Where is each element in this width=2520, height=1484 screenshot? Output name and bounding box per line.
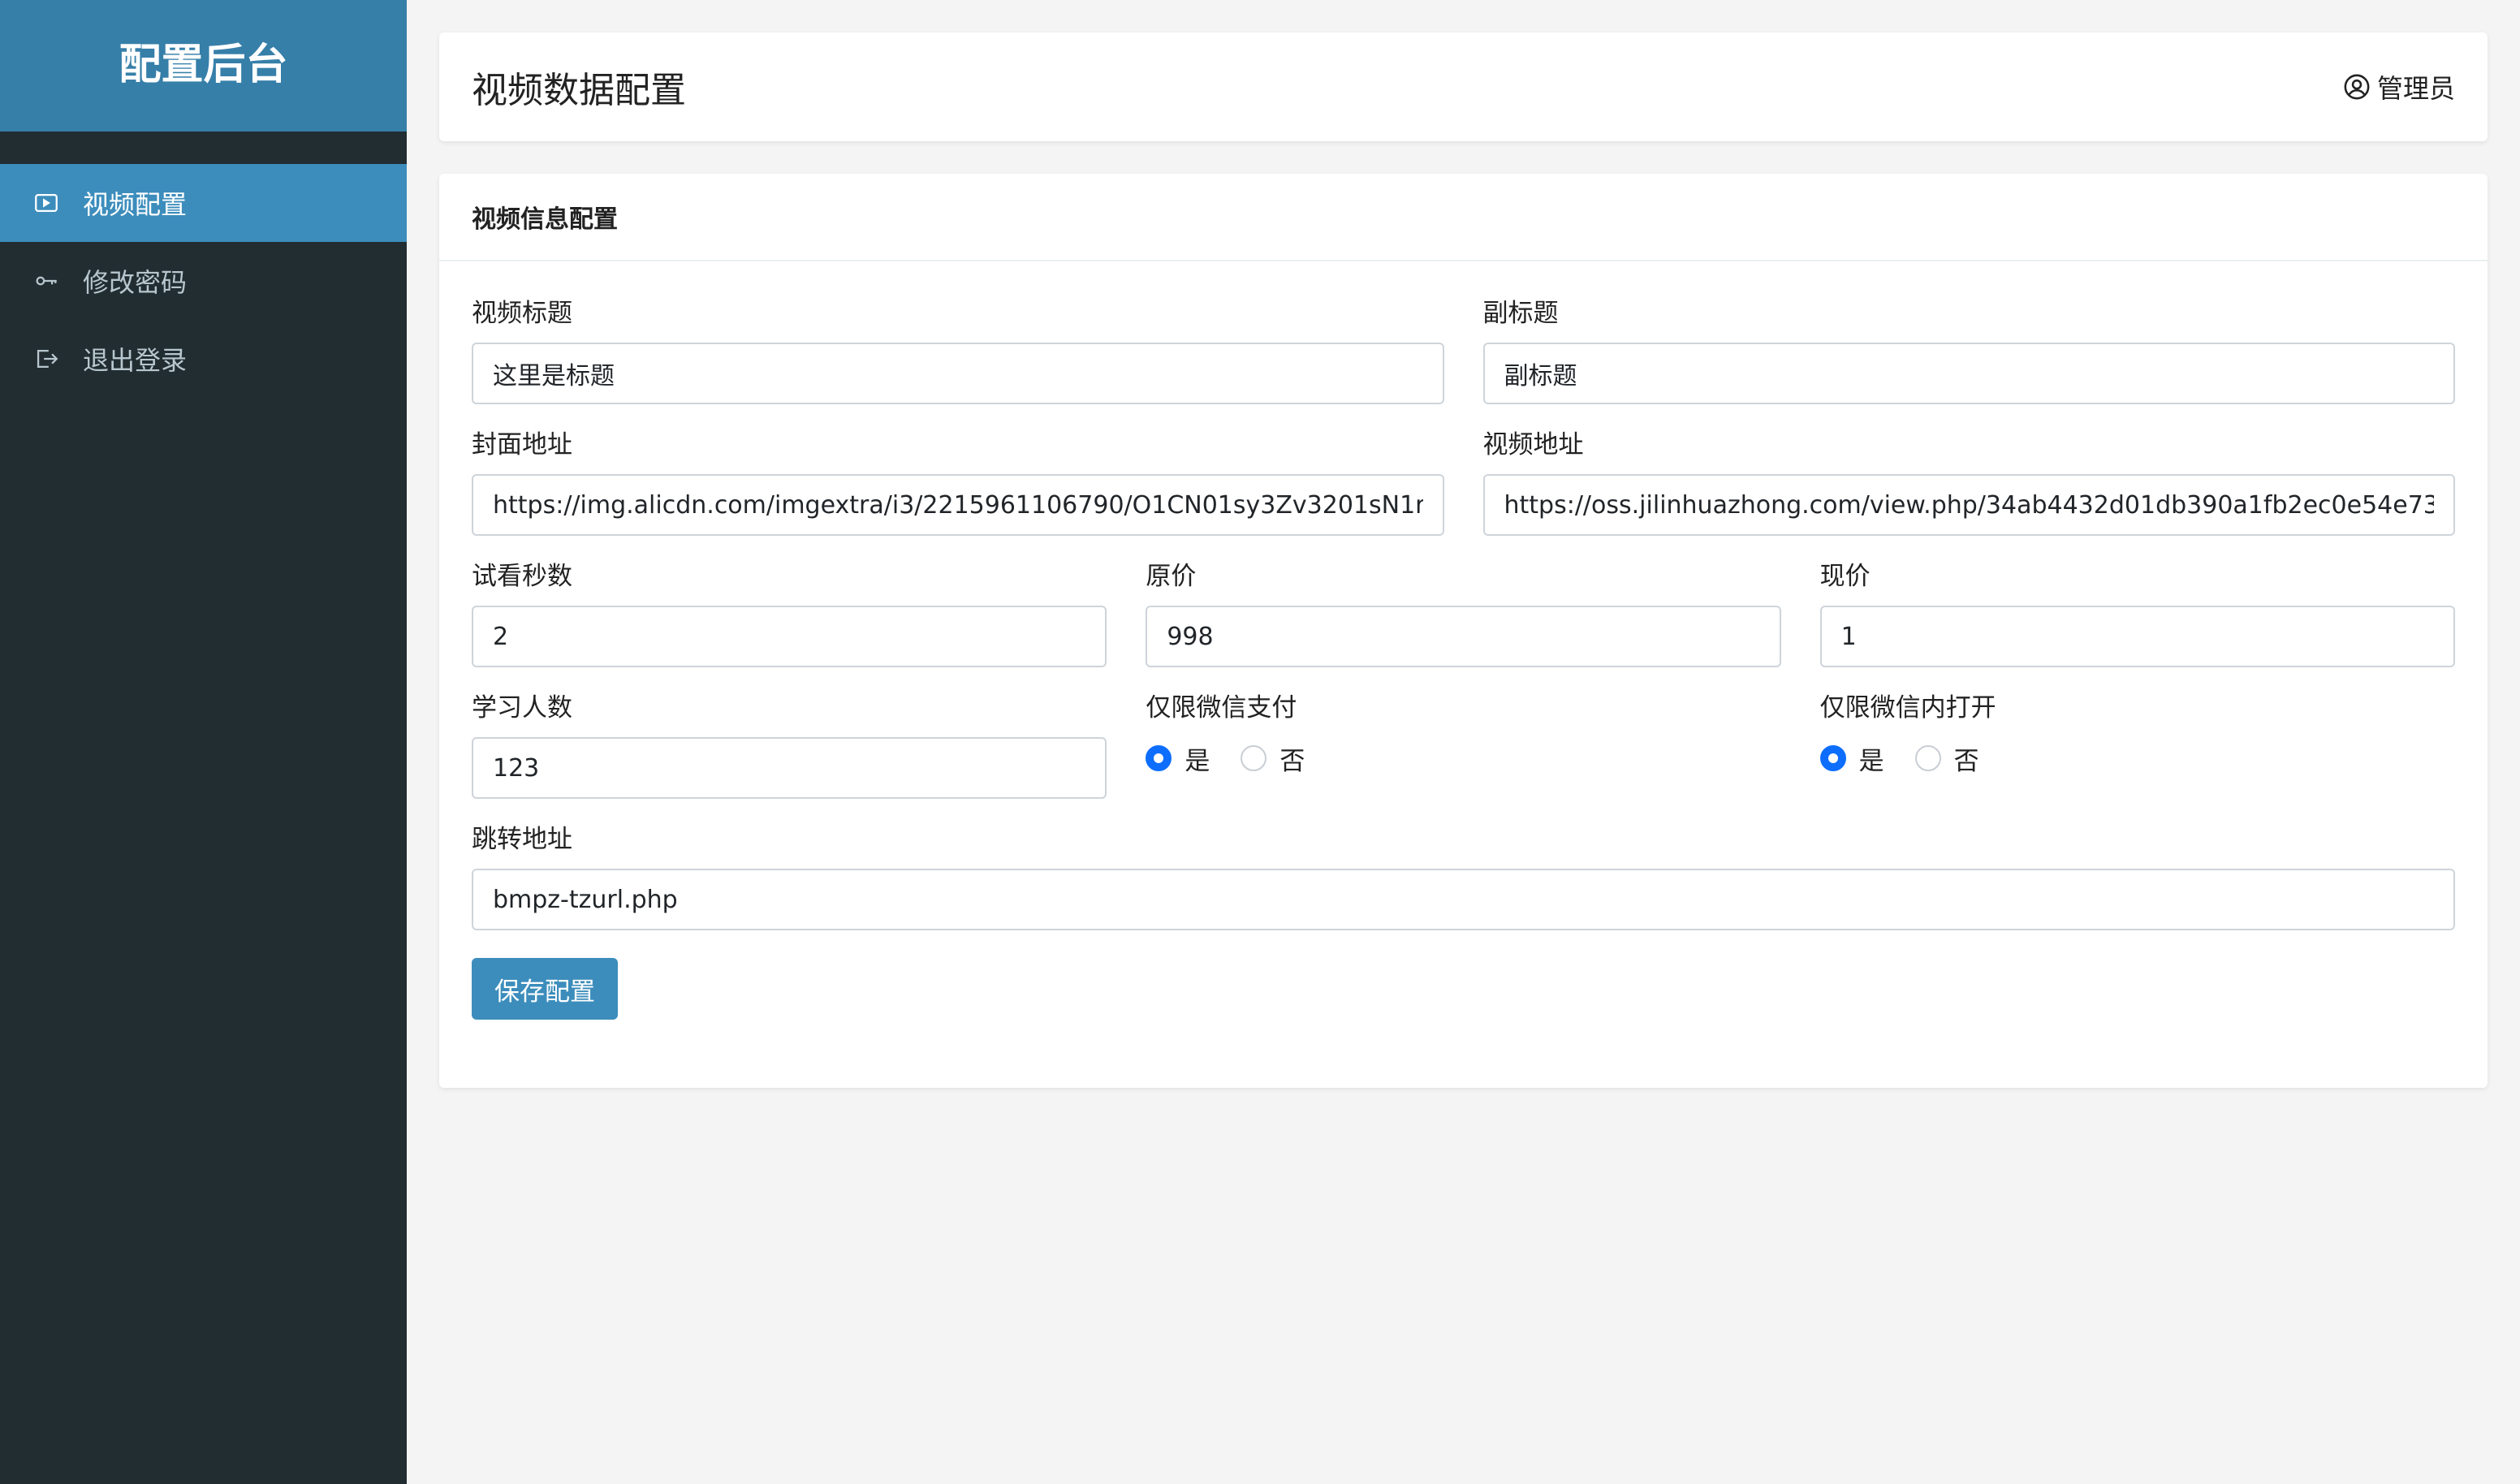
sidebar-item-change-password[interactable]: 修改密码 bbox=[0, 242, 407, 320]
sidebar-item-label: 视频配置 bbox=[83, 189, 188, 220]
video-url-input[interactable] bbox=[1482, 474, 2455, 536]
video-url-label: 视频地址 bbox=[1482, 430, 1584, 459]
user-circle-icon bbox=[2344, 74, 2370, 100]
user-menu[interactable]: 管理员 bbox=[2343, 68, 2455, 106]
redirect-url-label: 跳转地址 bbox=[472, 825, 572, 854]
radio-label: 否 bbox=[1953, 746, 1979, 776]
wechat-open-only-label: 仅限微信内打开 bbox=[1819, 693, 1996, 723]
current-price-label: 现价 bbox=[1819, 562, 1871, 591]
sidebar-item-video-config[interactable]: 视频配置 bbox=[0, 164, 407, 242]
sidebar-item-label: 退出登录 bbox=[83, 345, 188, 376]
page-title: 视频数据配置 bbox=[472, 70, 686, 111]
video-config-card: 视频信息配置 视频标题 副标题 封面地址 视频地址 bbox=[439, 174, 2488, 1088]
sidebar-nav: 视频配置 修改密码 退出登录 bbox=[0, 164, 407, 398]
save-config-button[interactable]: 保存配置 bbox=[472, 958, 618, 1020]
wechat-pay-only-radio-group: 是 否 bbox=[1146, 734, 1780, 783]
wechat-open-only-no-radio[interactable]: 否 bbox=[1914, 740, 1979, 777]
radio-unchecked-icon bbox=[1914, 745, 1941, 771]
sidebar-item-logout[interactable]: 退出登录 bbox=[0, 320, 407, 398]
cover-url-input[interactable] bbox=[472, 474, 1444, 536]
subtitle-label: 副标题 bbox=[1482, 299, 1559, 328]
cover-url-label: 封面地址 bbox=[472, 430, 572, 459]
sidebar-item-label: 修改密码 bbox=[83, 267, 188, 298]
original-price-input[interactable] bbox=[1146, 606, 1781, 667]
original-price-label: 原价 bbox=[1146, 562, 1197, 591]
wechat-open-only-radio-group: 是 否 bbox=[1819, 734, 2455, 783]
trial-seconds-label: 试看秒数 bbox=[472, 562, 572, 591]
radio-checked-icon bbox=[1146, 745, 1172, 771]
brand-title: 配置后台 bbox=[0, 0, 407, 132]
radio-label: 是 bbox=[1184, 746, 1210, 776]
subtitle-input[interactable] bbox=[1482, 343, 2455, 404]
sidebar: 配置后台 视频配置 修改密码 退出登录 bbox=[0, 0, 407, 1484]
wechat-pay-only-label: 仅限微信支付 bbox=[1146, 693, 1297, 723]
video-title-input[interactable] bbox=[472, 343, 1444, 404]
learners-label: 学习人数 bbox=[472, 693, 572, 723]
video-icon bbox=[32, 189, 60, 217]
radio-unchecked-icon bbox=[1241, 745, 1267, 771]
user-name: 管理员 bbox=[2376, 73, 2455, 104]
radio-checked-icon bbox=[1819, 745, 1846, 771]
learners-input[interactable] bbox=[472, 737, 1107, 799]
logout-icon bbox=[32, 345, 60, 373]
wechat-open-only-yes-radio[interactable]: 是 bbox=[1819, 740, 1884, 777]
redirect-url-input[interactable] bbox=[472, 869, 2455, 930]
page-header: 视频数据配置 管理员 bbox=[439, 32, 2488, 141]
current-price-input[interactable] bbox=[1819, 606, 2455, 667]
video-title-label: 视频标题 bbox=[472, 299, 572, 328]
radio-label: 否 bbox=[1279, 746, 1305, 776]
config-form: 视频标题 副标题 封面地址 视频地址 bbox=[439, 261, 2488, 1052]
wechat-pay-only-yes-radio[interactable]: 是 bbox=[1146, 740, 1210, 777]
wechat-pay-only-no-radio[interactable]: 否 bbox=[1241, 740, 1305, 777]
trial-seconds-input[interactable] bbox=[472, 606, 1107, 667]
card-title: 视频信息配置 bbox=[439, 174, 2488, 261]
main-content: 视频数据配置 管理员 视频信息配置 视频标题 副标题 封面地址 bbox=[407, 0, 2520, 1484]
radio-label: 是 bbox=[1858, 746, 1884, 776]
key-icon bbox=[32, 267, 60, 295]
